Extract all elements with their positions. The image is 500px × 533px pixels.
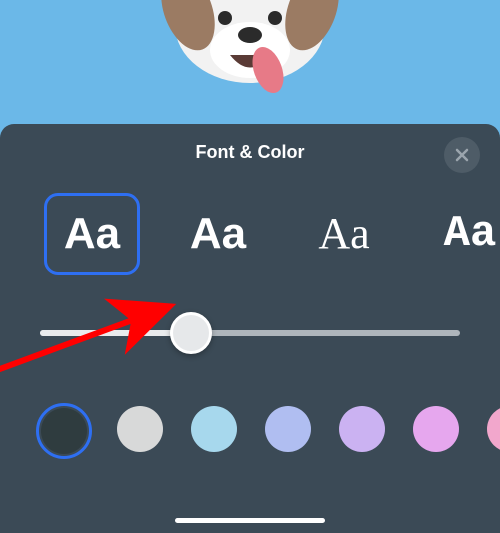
close-button[interactable] bbox=[444, 137, 480, 173]
panel-header: Font & Color bbox=[0, 142, 500, 163]
color-option-3[interactable] bbox=[262, 403, 314, 455]
home-indicator[interactable] bbox=[175, 518, 325, 523]
close-icon bbox=[454, 147, 470, 163]
color-swatch bbox=[339, 406, 385, 452]
panel-title: Font & Color bbox=[196, 142, 305, 163]
color-option-4[interactable] bbox=[336, 403, 388, 455]
color-swatch bbox=[191, 406, 237, 452]
color-swatch bbox=[117, 406, 163, 452]
color-swatch bbox=[487, 406, 500, 452]
size-slider[interactable] bbox=[40, 313, 460, 353]
font-glyph: Aa bbox=[318, 212, 369, 256]
color-option-6[interactable] bbox=[484, 403, 500, 455]
color-swatch bbox=[41, 408, 87, 454]
font-glyph: Aa bbox=[190, 212, 246, 256]
color-option-5[interactable] bbox=[410, 403, 462, 455]
color-swatch bbox=[265, 406, 311, 452]
color-swatch bbox=[413, 406, 459, 452]
color-option-2[interactable] bbox=[188, 403, 240, 455]
font-color-panel: Font & Color Aa Aa Aa Aa bbox=[0, 124, 500, 533]
font-option-sans[interactable]: Aa bbox=[44, 193, 140, 275]
avatar-memoji bbox=[140, 0, 360, 120]
font-glyph: Aa bbox=[444, 212, 497, 256]
slider-thumb[interactable] bbox=[170, 312, 212, 354]
color-options-row bbox=[0, 403, 500, 459]
color-option-1[interactable] bbox=[114, 403, 166, 455]
font-option-rounded[interactable]: Aa bbox=[170, 193, 266, 275]
font-option-slab[interactable]: Aa bbox=[422, 193, 500, 275]
font-glyph: Aa bbox=[64, 212, 120, 256]
color-option-0[interactable] bbox=[36, 403, 92, 459]
font-option-serif[interactable]: Aa bbox=[296, 193, 392, 275]
slider-fill bbox=[40, 330, 191, 336]
font-options-row: Aa Aa Aa Aa bbox=[0, 193, 500, 275]
